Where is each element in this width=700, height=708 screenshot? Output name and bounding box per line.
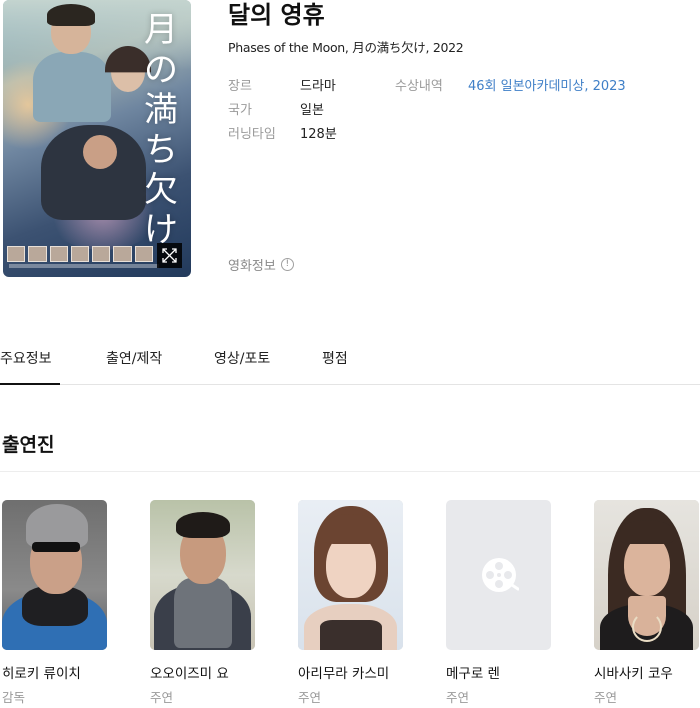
- cast-role: 주연: [150, 690, 174, 705]
- cast-name: 아리무라 카스미: [298, 666, 390, 682]
- expand-arrows-icon: [162, 248, 177, 263]
- cast-photo-placeholder: [446, 500, 551, 650]
- award-label: 수상내역: [395, 79, 443, 94]
- tab-cast-crew[interactable]: 출연/제작: [106, 348, 162, 385]
- poster-caption: [9, 264, 159, 268]
- cast-photo: [150, 500, 255, 650]
- poster-figure: [83, 135, 117, 169]
- tab-bar: 주요정보 출연/제작 영상/포토 평점: [0, 348, 700, 385]
- poster-figure: [47, 4, 95, 26]
- tab-main-info[interactable]: 주요정보: [0, 348, 60, 385]
- cast-card[interactable]: 히로키 류이치 감독: [2, 500, 107, 706]
- divider: [0, 471, 700, 472]
- poster-figure: [33, 52, 111, 122]
- cast-role: 주연: [298, 690, 322, 705]
- tab-ratings[interactable]: 평점: [322, 348, 348, 385]
- country-label: 국가: [228, 103, 252, 118]
- cast-name: 시바사키 코우: [594, 666, 673, 682]
- country-value: 일본: [300, 103, 324, 118]
- cast-name: 메구로 렌: [446, 666, 500, 682]
- movie-subtitle: Phases of the Moon, 月の満ち欠け, 2022: [228, 40, 464, 55]
- runtime-value: 128분: [300, 127, 337, 142]
- poster-cast-strip: [7, 246, 153, 262]
- award-link[interactable]: 46회 일본아카데미상, 2023: [468, 75, 626, 94]
- cast-card[interactable]: 메구로 렌 주연: [446, 500, 551, 706]
- cast-name: 오오이즈미 요: [150, 666, 229, 682]
- tab-video-photo[interactable]: 영상/포토: [214, 348, 270, 385]
- info-circle-icon: !: [280, 258, 294, 271]
- movie-title: 달의 영휴: [228, 1, 325, 29]
- cast-role: 주연: [446, 690, 470, 705]
- movie-info-label: 영화정보: [228, 259, 276, 274]
- runtime-label: 러닝타임: [228, 127, 276, 142]
- genre-value: 드라마: [300, 79, 336, 94]
- film-reel-icon: [481, 558, 519, 592]
- cast-name: 히로키 류이치: [2, 666, 81, 682]
- cast-role: 감독: [2, 690, 26, 705]
- cast-photo: [594, 500, 699, 650]
- genre-label: 장르: [228, 79, 252, 94]
- cast-section-title: 출연진: [2, 434, 55, 456]
- cast-card[interactable]: 아리무라 카스미 주연: [298, 500, 403, 706]
- movie-info-button[interactable]: 영화정보 !: [228, 255, 294, 274]
- movie-poster[interactable]: 月の満ち欠け: [3, 0, 191, 277]
- cast-card[interactable]: 오오이즈미 요 주연: [150, 500, 255, 706]
- expand-poster-button[interactable]: [157, 243, 182, 268]
- cast-card[interactable]: 시바사키 코우 주연: [594, 500, 699, 706]
- cast-role: 주연: [594, 690, 618, 705]
- cast-photo: [2, 500, 107, 650]
- cast-photo: [298, 500, 403, 650]
- poster-title: 月の満ち欠け: [144, 10, 178, 250]
